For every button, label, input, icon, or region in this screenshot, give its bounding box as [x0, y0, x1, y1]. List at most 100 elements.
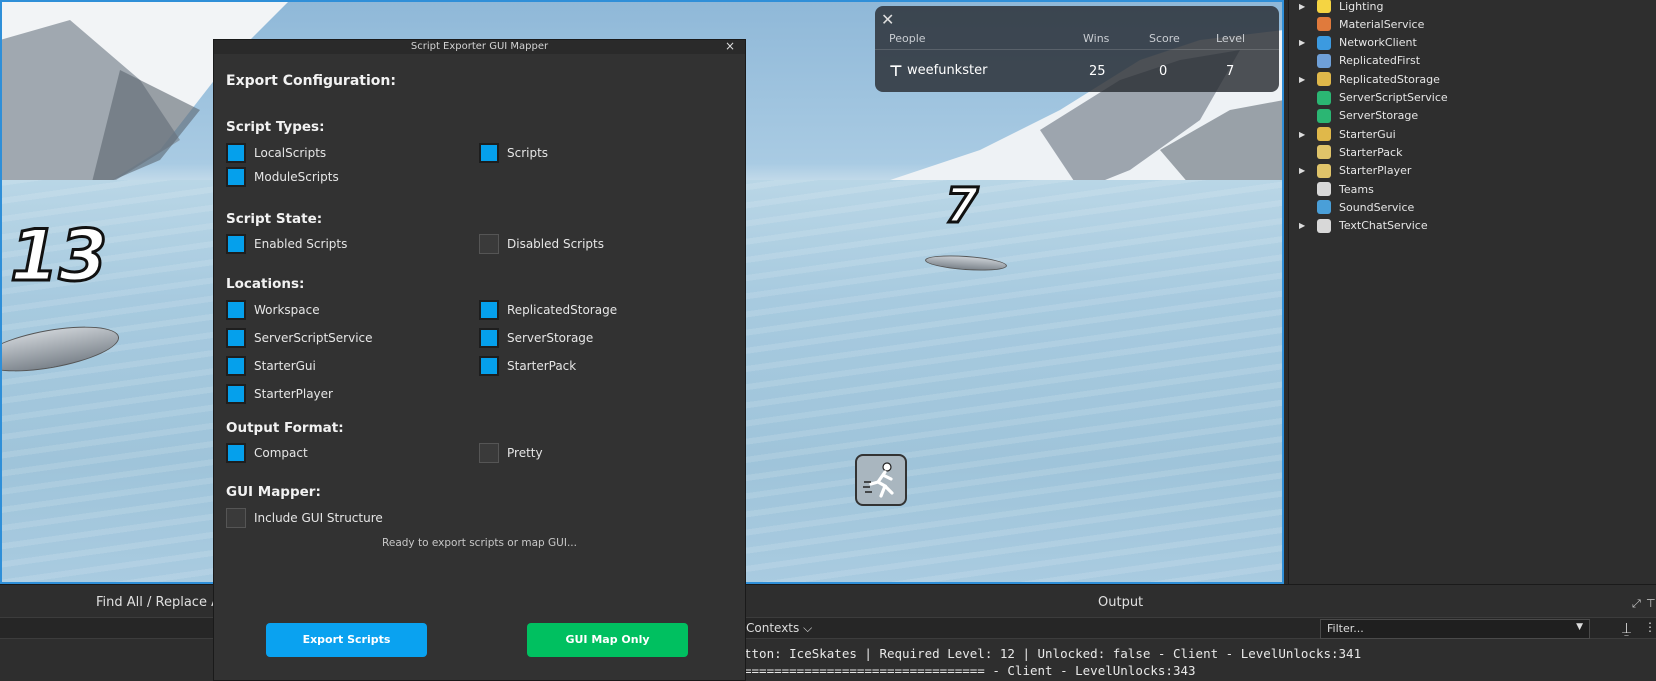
sprint-button[interactable]	[855, 454, 907, 506]
starter-pack-label: StarterPack	[507, 359, 577, 373]
explorer-item[interactable]: ▶ StarterPlayer	[1289, 162, 1656, 180]
dialog-titlebar: Script Exporter GUI Mapper ×	[214, 39, 745, 54]
header-score: Score	[1149, 32, 1180, 45]
expand-arrow-icon[interactable]: ▶	[1299, 130, 1307, 139]
folder-icon	[1317, 127, 1331, 142]
explorer-item-label: Lighting	[1339, 0, 1384, 13]
scripts-checkbox[interactable]	[479, 143, 499, 163]
server-script-icon	[1317, 90, 1331, 105]
level-number-7: 7	[943, 177, 979, 236]
expand-arrow-icon[interactable]: ▶	[1299, 75, 1307, 84]
explorer-item-label: StarterPack	[1339, 145, 1403, 159]
chevron-down-icon: ▼	[1576, 622, 1583, 632]
contexts-label: Contexts	[746, 621, 800, 635]
explorer-item-label: SoundService	[1339, 200, 1415, 214]
network-icon	[1317, 35, 1331, 50]
explorer-item[interactable]: StarterPack	[1289, 143, 1656, 161]
server-storage-icon	[1317, 108, 1331, 123]
replicated-storage-checkbox[interactable]	[479, 300, 499, 320]
server-storage-checkbox[interactable]	[479, 328, 499, 348]
explorer-item-label: StarterPlayer	[1339, 164, 1412, 178]
include-gui-label: Include GUI Structure	[254, 511, 383, 525]
explorer-item[interactable]: ▶ Lighting	[1289, 0, 1656, 15]
sound-icon	[1317, 200, 1331, 215]
header-wins: Wins	[1083, 32, 1110, 45]
starter-player-checkbox[interactable]	[226, 384, 246, 404]
server-storage-label: ServerStorage	[507, 331, 594, 345]
pin-icon[interactable]: ⊤	[1646, 597, 1656, 610]
filter-placeholder: Filter...	[1327, 622, 1364, 635]
player-wins: 25	[1089, 64, 1106, 79]
scripts-label: Scripts	[507, 146, 549, 160]
expand-arrow-icon[interactable]: ▶	[1299, 2, 1307, 11]
folder-icon	[1317, 163, 1331, 178]
lightbulb-icon	[1317, 0, 1331, 13]
explorer-item-label: TextChatService	[1339, 219, 1428, 233]
popout-icon[interactable]: ⤢	[1632, 597, 1641, 611]
clear-output-icon[interactable]: ⍊	[1622, 619, 1631, 637]
explorer-item[interactable]: ServerScriptService	[1289, 89, 1656, 107]
explorer-item[interactable]: ▶ TextChatService	[1289, 217, 1656, 235]
status-text: Ready to export scripts or map GUI...	[382, 537, 577, 549]
workspace-label: Workspace	[254, 303, 320, 317]
expand-arrow-icon[interactable]: ▶	[1299, 38, 1307, 47]
compact-label: Compact	[254, 446, 308, 460]
player-leaderboard: ✕ People Wins Score Level ⊤ weefunkster …	[875, 6, 1279, 92]
starter-player-label: StarterPlayer	[254, 387, 333, 401]
explorer-item-label: Teams	[1339, 182, 1374, 196]
chevron-down-icon: ⌵	[803, 621, 813, 635]
level-number-13: 13	[8, 214, 108, 299]
disabled-scripts-checkbox[interactable]	[479, 234, 499, 254]
teams-icon	[1317, 182, 1331, 196]
roblox-studio-window: 13 7 ✕ People Wins Score Level ⊤ weefunk…	[0, 0, 1656, 681]
enabled-scripts-checkbox[interactable]	[226, 234, 246, 254]
explorer-item-label: StarterGui	[1339, 127, 1396, 141]
starter-gui-checkbox[interactable]	[226, 356, 246, 376]
filter-input[interactable]: Filter... ▼	[1320, 619, 1590, 639]
player-icon: ⊤	[889, 62, 903, 80]
workspace-checkbox[interactable]	[226, 300, 246, 320]
explorer-item-label: ServerScriptService	[1339, 91, 1448, 104]
pretty-checkbox[interactable]	[479, 443, 499, 463]
starter-pack-checkbox[interactable]	[479, 356, 499, 376]
gui-map-only-button[interactable]: GUI Map Only	[527, 623, 688, 657]
table-row[interactable]: ⊤ weefunkster 25 0 7	[875, 54, 1279, 88]
explorer-item[interactable]: MaterialService	[1289, 15, 1656, 33]
script-types-heading: Script Types:	[226, 119, 325, 135]
leaderboard-header: People Wins Score Level	[875, 26, 1279, 50]
log-line: ================================ - Clien…	[744, 663, 1196, 678]
local-scripts-checkbox[interactable]	[226, 143, 246, 163]
explorer-item[interactable]: ReplicatedFirst	[1289, 52, 1656, 70]
explorer-item[interactable]: ▶ ReplicatedStorage	[1289, 70, 1656, 88]
local-scripts-label: LocalScripts	[254, 146, 327, 160]
explorer-item[interactable]: Teams	[1289, 180, 1656, 198]
dialog-title: Script Exporter GUI Mapper	[410, 41, 549, 52]
expand-arrow-icon[interactable]: ▶	[1299, 166, 1307, 175]
header-level: Level	[1216, 32, 1246, 45]
menu-icon[interactable]: ⋮	[1644, 620, 1656, 634]
explorer-item[interactable]: SoundService	[1289, 198, 1656, 216]
module-scripts-checkbox[interactable]	[226, 167, 246, 187]
explorer-item-label: ReplicatedStorage	[1339, 72, 1440, 86]
locations-heading: Locations:	[226, 276, 305, 292]
explorer-item[interactable]: ▶ StarterGui	[1289, 125, 1656, 143]
compact-checkbox[interactable]	[226, 443, 246, 463]
replicated-icon	[1317, 53, 1331, 68]
contexts-dropdown[interactable]: Contexts ⌵	[746, 621, 812, 636]
script-exporter-dialog: Script Exporter GUI Mapper × Export Conf…	[213, 39, 746, 681]
export-scripts-button[interactable]: Export Scripts	[266, 623, 427, 657]
explorer-item[interactable]: ServerStorage	[1289, 107, 1656, 125]
material-icon	[1317, 17, 1331, 32]
server-script-service-label: ServerScriptService	[254, 331, 373, 345]
close-icon[interactable]: ×	[725, 39, 735, 53]
replicated-storage-label: ReplicatedStorage	[507, 303, 618, 317]
explorer-item[interactable]: ▶ NetworkClient	[1289, 34, 1656, 52]
explorer-item-label: NetworkClient	[1339, 36, 1417, 50]
server-script-service-checkbox[interactable]	[226, 328, 246, 348]
output-format-heading: Output Format:	[226, 420, 344, 436]
disabled-scripts-label: Disabled Scripts	[507, 237, 605, 251]
running-man-icon	[863, 462, 894, 498]
explorer-item-label: MaterialService	[1339, 17, 1425, 31]
expand-arrow-icon[interactable]: ▶	[1299, 221, 1307, 230]
include-gui-checkbox[interactable]	[226, 508, 246, 528]
